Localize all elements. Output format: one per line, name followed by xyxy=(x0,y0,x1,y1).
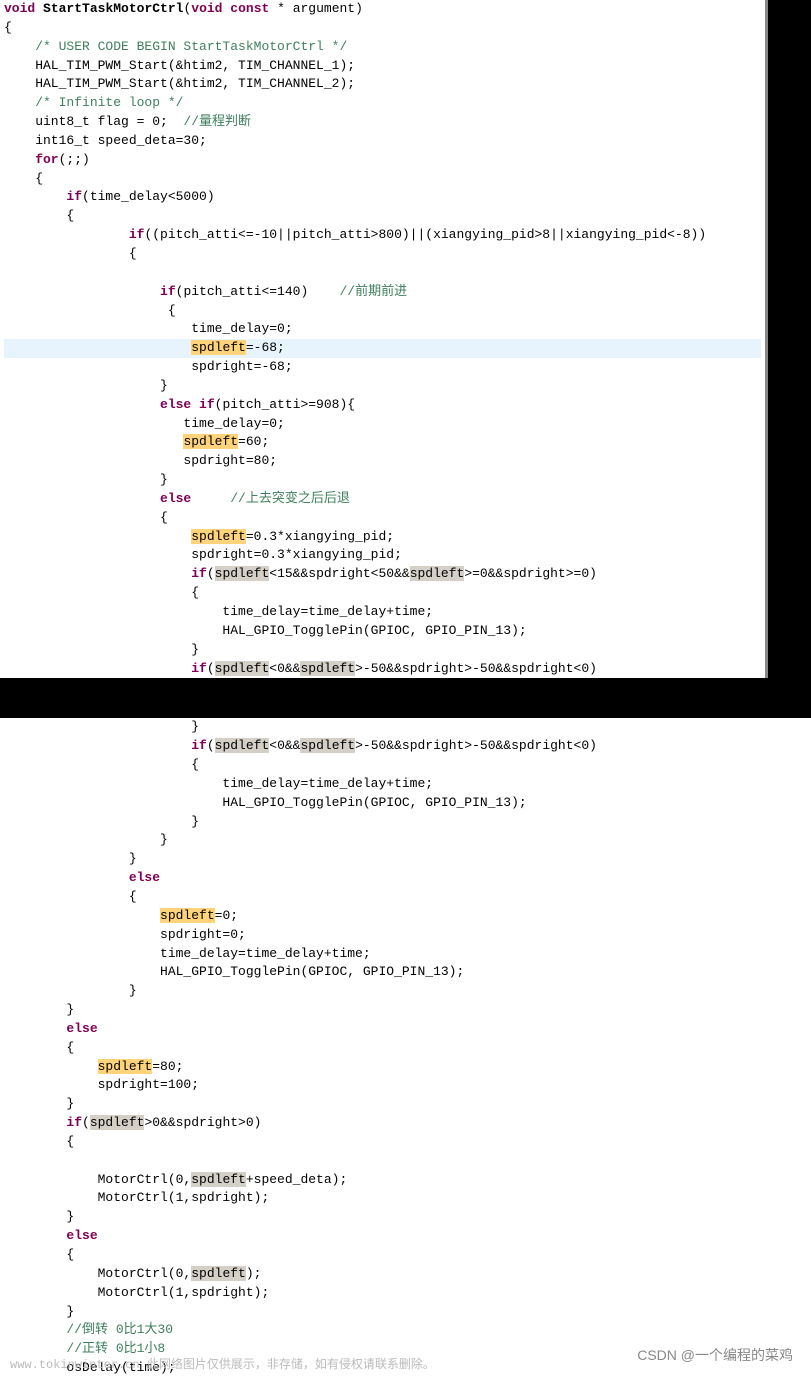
kw-if: if xyxy=(4,738,207,753)
var-spdleft: spdleft xyxy=(300,738,355,753)
var-spdleft: spdleft xyxy=(191,529,246,544)
kw-if: if xyxy=(4,227,144,242)
var-spdleft: spdleft xyxy=(215,566,270,581)
comment: //正转 0比1小8 xyxy=(66,1341,165,1356)
code-pre-1: void StartTaskMotorCtrl(void const * arg… xyxy=(0,0,765,678)
kw-if: if xyxy=(4,284,176,299)
var-spdleft: spdleft xyxy=(300,661,355,676)
code-block-2: } if(spdleft<0&&spdleft>-50&&spdright>-5… xyxy=(0,718,811,1396)
code-block-1: void StartTaskMotorCtrl(void const * arg… xyxy=(0,0,768,678)
var-spdleft: spdleft xyxy=(183,434,238,449)
kw-if: if xyxy=(4,661,207,676)
kw-if: if xyxy=(4,566,207,581)
kw-else: else xyxy=(4,491,191,506)
kw-for: for xyxy=(4,152,59,167)
kw-void: void xyxy=(4,1,35,16)
kw-void-const: void const xyxy=(191,1,269,16)
watermark-right: CSDN @一个编程的菜鸡 xyxy=(637,1346,793,1366)
var-spdleft: spdleft xyxy=(410,566,465,581)
var-spdleft: spdleft xyxy=(98,1059,153,1074)
var-spdleft: spdleft xyxy=(215,738,270,753)
kw-else: else xyxy=(4,870,160,885)
comment: //量程判断 xyxy=(183,114,251,129)
comment: /* USER CODE BEGIN StartTaskMotorCtrl */ xyxy=(4,39,347,54)
var-spdleft: spdleft xyxy=(191,340,246,355)
var-spdleft: spdleft xyxy=(191,1266,246,1281)
var-spdleft: spdleft xyxy=(160,908,215,923)
code-pre-2: } if(spdleft<0&&spdleft>-50&&spdright>-5… xyxy=(0,718,811,1378)
kw-if: if xyxy=(4,1115,82,1130)
func-name: StartTaskMotorCtrl xyxy=(43,1,183,16)
comment: //前期前进 xyxy=(339,284,407,299)
watermark-left: www.tokinwinter.cn 此网络图片仅供展示，非存储，如有侵权请联系… xyxy=(10,1357,435,1374)
comment: //上去突变之后后退 xyxy=(191,491,350,506)
kw-if: if xyxy=(4,189,82,204)
comment: /* Infinite loop */ xyxy=(4,95,183,110)
kw-elseif: else if xyxy=(4,397,215,412)
kw-else: else xyxy=(4,1021,98,1036)
comment: //倒转 0比1大30 xyxy=(66,1322,173,1337)
var-spdleft: spdleft xyxy=(215,661,270,676)
var-spdleft: spdleft xyxy=(191,1172,246,1187)
var-spdleft: spdleft xyxy=(90,1115,145,1130)
kw-else: else xyxy=(4,1228,98,1243)
